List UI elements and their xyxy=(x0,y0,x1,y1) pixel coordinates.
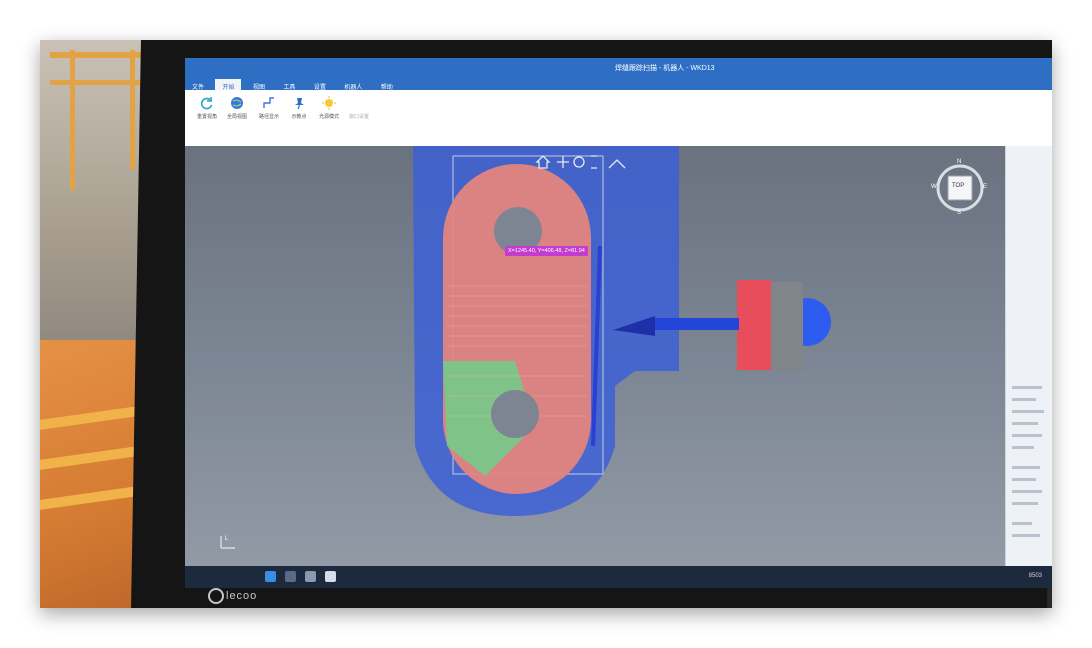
lower-hole xyxy=(491,390,539,438)
panel-row xyxy=(1012,398,1036,401)
settings-icon xyxy=(352,96,366,110)
light-icon xyxy=(322,96,336,110)
panel-row xyxy=(1012,490,1042,493)
window-settings-label: 窗口设置 xyxy=(348,114,369,120)
panel-row xyxy=(1012,386,1042,389)
coordinate-readout: X=1245.40, Y=406.48, Z=81.94 xyxy=(505,246,588,256)
axis-label: L xyxy=(225,536,229,542)
explorer-icon[interactable] xyxy=(285,571,296,582)
compass-s: S xyxy=(957,210,962,216)
scan-scene xyxy=(220,146,984,549)
3d-viewport[interactable]: X=1245.40, Y=406.48, Z=81.94 TOP N E S W… xyxy=(185,146,1005,566)
light-mode-button[interactable]: 光源模式 xyxy=(315,96,343,120)
panel-row xyxy=(1012,478,1036,481)
rail xyxy=(70,50,75,190)
properties-panel xyxy=(1005,146,1052,566)
scanner-app-icon[interactable] xyxy=(325,571,336,582)
global-view-button[interactable]: 全局视图 xyxy=(223,96,251,120)
panel-row xyxy=(1012,422,1038,425)
window-title: 焊缝跟踪扫描 - 机器人 - WKD13 xyxy=(615,65,715,72)
panel-row xyxy=(1012,534,1040,537)
brand-name: lecoo xyxy=(226,589,258,602)
torch-shaft xyxy=(653,318,739,330)
view-cube-label: TOP xyxy=(952,183,965,189)
teach-point-button[interactable]: 示教点 xyxy=(285,96,313,120)
compass-n: N xyxy=(957,159,962,165)
monitor-brand: lecoo xyxy=(208,588,257,604)
menu-tabs: 文件 开始 视图 工具 设置 机器人 帮助 xyxy=(185,76,1052,94)
panel-row xyxy=(1012,434,1042,437)
rail xyxy=(130,50,135,170)
panel-row xyxy=(1012,410,1044,413)
window-settings-button[interactable]: 窗口设置 xyxy=(345,96,373,120)
globe-icon xyxy=(231,97,243,109)
photo: 焊缝跟踪扫描 - 机器人 - WKD13 文件 开始 视图 工具 设置 机器人 … xyxy=(40,40,1052,608)
path-display-label: 路径显示 xyxy=(258,114,279,120)
panel-row xyxy=(1012,502,1038,505)
light-mode-label: 光源模式 xyxy=(318,114,339,120)
app-icon[interactable] xyxy=(305,571,316,582)
compass-w: W xyxy=(931,184,937,190)
taskbar-corner-text: 8503 xyxy=(1028,573,1042,579)
path-display-button[interactable]: 路径显示 xyxy=(255,96,283,120)
start-icon[interactable] xyxy=(265,571,276,582)
title-bar: 焊缝跟踪扫描 - 机器人 - WKD13 xyxy=(185,58,1052,76)
tool-body-red xyxy=(737,280,771,370)
ribbon-toolbar: 重置视角 全局视图 路径显示 示教点 光源模式 窗口设置 xyxy=(185,90,1052,147)
panel-row xyxy=(1012,522,1032,525)
pin-icon xyxy=(295,98,304,110)
reset-view-button[interactable]: 重置视角 xyxy=(193,96,221,120)
taskbar: 8503 xyxy=(185,566,1052,588)
global-view-label: 全局视图 xyxy=(226,114,247,120)
monitor-screen: 焊缝跟踪扫描 - 机器人 - WKD13 文件 开始 视图 工具 设置 机器人 … xyxy=(185,58,1052,588)
teach-point-label: 示教点 xyxy=(291,114,307,120)
panel-row xyxy=(1012,466,1040,469)
panel-row xyxy=(1012,446,1034,449)
refresh-icon xyxy=(200,97,213,110)
reset-view-label: 重置视角 xyxy=(196,114,217,120)
compass-e: E xyxy=(983,184,988,190)
path-icon xyxy=(263,97,274,108)
brand-logo-icon xyxy=(208,588,224,604)
